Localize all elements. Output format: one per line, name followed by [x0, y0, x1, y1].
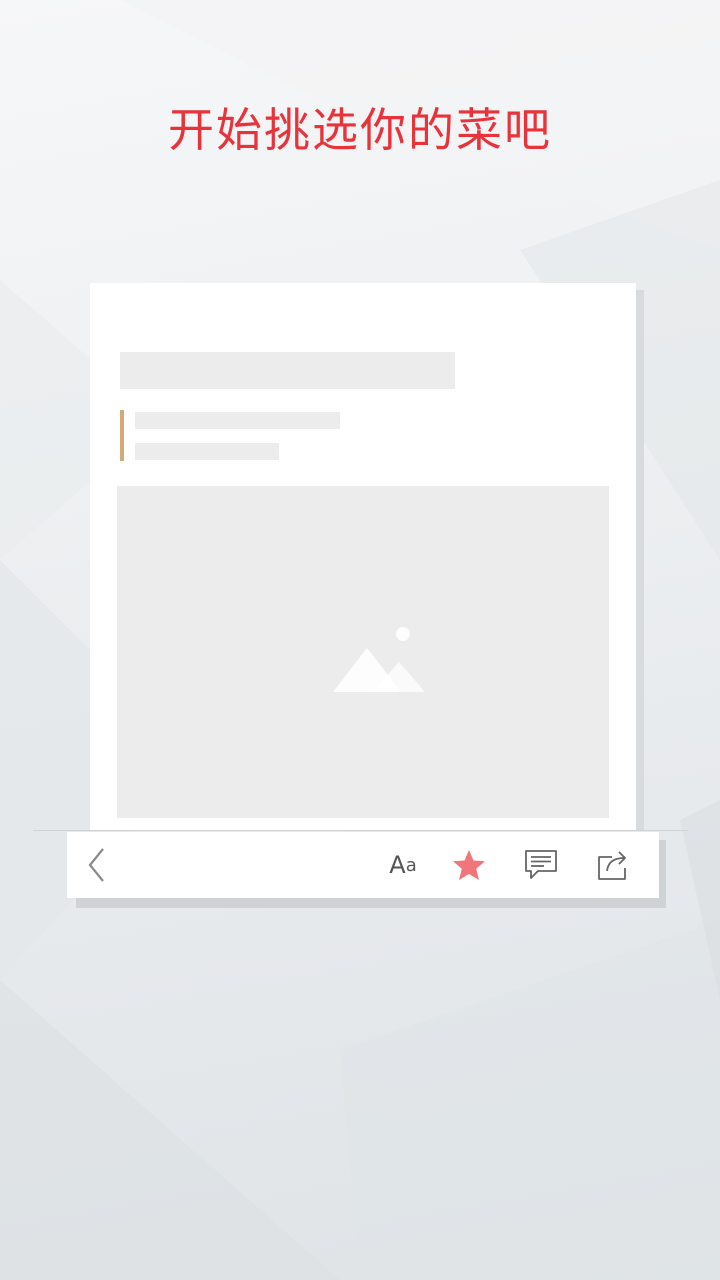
- chevron-left-icon: [88, 848, 104, 882]
- title-placeholder: [120, 352, 455, 389]
- comment-icon: [525, 850, 557, 879]
- font-size-button[interactable]: Aa: [379, 832, 427, 898]
- star-icon: [453, 850, 485, 880]
- divider-line: [33, 830, 688, 831]
- image-placeholder-icon: [333, 627, 425, 692]
- bottom-toolbar: Aa: [67, 832, 659, 898]
- subtitle-placeholder-line-2: [135, 443, 279, 460]
- comment-button[interactable]: [517, 832, 565, 898]
- image-placeholder: [117, 486, 609, 818]
- share-button[interactable]: [589, 832, 637, 898]
- subtitle-placeholder-line-1: [135, 412, 340, 429]
- accent-bar: [120, 410, 124, 461]
- share-icon: [598, 851, 626, 880]
- font-size-icon-big: A: [389, 851, 406, 879]
- font-size-icon-small: a: [405, 854, 417, 876]
- headline: 开始挑选你的菜吧: [168, 103, 552, 157]
- back-button[interactable]: [73, 832, 121, 898]
- favorite-button[interactable]: [445, 832, 493, 898]
- article-preview-card: [90, 283, 636, 831]
